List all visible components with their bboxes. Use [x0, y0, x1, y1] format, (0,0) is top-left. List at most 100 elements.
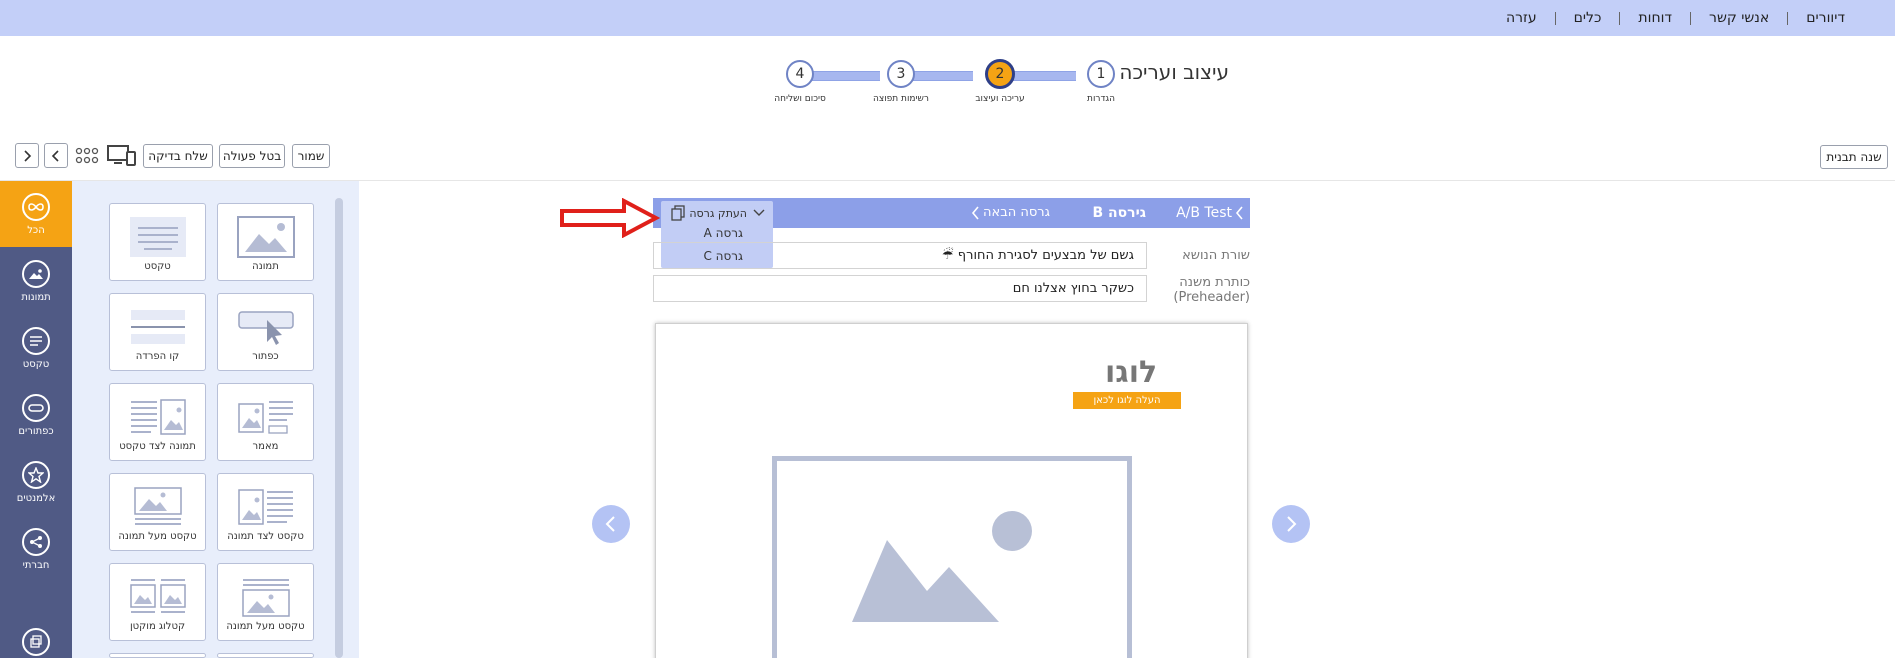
preview-next-button[interactable] [1272, 505, 1310, 543]
nav-separator [1619, 11, 1621, 25]
sidebar-item-all[interactable]: הכל [0, 181, 72, 247]
tile-text-above-image[interactable]: טקסט מעל תמונה [109, 473, 206, 551]
preview-prev-button[interactable] [592, 505, 630, 543]
sidebar: הכל תמונות טקסט כפתורים אלמנטים חברתי [0, 181, 72, 658]
image-placeholder[interactable] [772, 456, 1132, 658]
tile-mini-catalog[interactable]: קטלוג מוקטן [109, 563, 206, 641]
sidebar-item-label: הכל [27, 224, 45, 236]
undo-button[interactable]: בטל פעולה [219, 144, 285, 168]
text-icon [22, 326, 50, 355]
step-1[interactable]: 1 [1087, 60, 1115, 88]
change-template-button[interactable]: שנה תבנית [1820, 145, 1888, 169]
save-button[interactable]: שמור [292, 144, 330, 168]
nav-tools[interactable]: כלים [1574, 10, 1602, 26]
nav-help[interactable]: עזרה [1506, 10, 1537, 26]
chevron-right-icon [1287, 516, 1297, 532]
upload-logo-button[interactable]: העלה לוגו לכאן [1073, 392, 1181, 409]
tile-text[interactable]: טקסט [109, 203, 206, 281]
sidebar-item-label: תמונות [21, 291, 51, 303]
tile-label: טקסט [144, 261, 171, 272]
nav-contacts[interactable]: אנשי קשר [1709, 10, 1769, 26]
sidebar-item-social[interactable]: חברתי [0, 516, 72, 582]
infinity-icon [22, 192, 50, 221]
copy-icon [671, 205, 685, 221]
tile-label: מאמר [252, 441, 279, 452]
step-1-label: הגדרות [1087, 94, 1115, 104]
device-preview-icon[interactable] [107, 144, 137, 168]
tile-partial[interactable] [217, 653, 314, 658]
sidebar-item-label: אלמנטים [16, 492, 56, 504]
step-3[interactable]: 3 [887, 60, 915, 88]
sidebar-item-text[interactable]: טקסט [0, 315, 72, 381]
next-button[interactable] [44, 143, 68, 168]
tile-label: טקסט מעל תמונה [226, 621, 305, 632]
chevron-left-icon [605, 516, 615, 532]
step-2-label: עריכה ועיצוב [975, 94, 1025, 104]
tile-button[interactable]: כפתור [217, 293, 314, 371]
grid-view-icon[interactable] [75, 145, 99, 167]
current-version-label: גירסה B [1092, 205, 1147, 221]
subject-label: שורת הנושא [1182, 248, 1250, 263]
tile-label: טקסט לצד תמונה [227, 531, 304, 542]
copy-option-a[interactable]: גרסה A [704, 226, 743, 240]
tile-text-beside-image[interactable]: טקסט לצד תמונה [217, 473, 314, 551]
text-block-icon [129, 217, 186, 257]
tile-label: תמונה [252, 261, 279, 272]
text-above-image-icon [241, 579, 290, 617]
tile-label: תמונה לצד טקסט [119, 441, 196, 452]
share-icon [22, 527, 50, 556]
tile-label: טקסט מעל תמונה [118, 531, 197, 542]
chevron-left-icon[interactable] [1235, 206, 1244, 220]
stepper: 4 3 2 1 סיכום ושליחה רשימות תפוצה עריכה … [770, 59, 1115, 112]
red-arrow-annotation [560, 198, 660, 238]
nav-separator [1787, 11, 1789, 25]
stepper-line [1006, 71, 1076, 81]
copy-version-label: העתק גרסה [689, 206, 747, 220]
star-icon [22, 460, 50, 489]
logo-placeholder[interactable]: לוגו [1105, 355, 1157, 390]
nav-separator [1554, 11, 1556, 25]
chevron-down-icon [753, 209, 765, 216]
text-above-image-icon [133, 487, 182, 525]
ab-test-title: A/B Test [1176, 205, 1232, 221]
nav-reports[interactable]: דוחות [1638, 10, 1672, 26]
image-block-icon [236, 216, 295, 258]
image-placeholder-icon [852, 511, 1032, 622]
chevron-left-icon[interactable] [971, 206, 980, 220]
page-title: עיצוב ועריכה [1119, 60, 1229, 84]
button-icon [22, 393, 50, 422]
tile-image[interactable]: תמונה [217, 203, 314, 281]
tile-divider[interactable]: קו הפרדה [109, 293, 206, 371]
step-4-label: סיכום ושליחה [774, 94, 826, 104]
copy-version-header[interactable]: העתק גרסה [671, 205, 767, 221]
sidebar-item-label: כפתורים [18, 425, 54, 437]
preheader-input[interactable]: כשקר בחוץ אצלנו חם [653, 275, 1147, 302]
divider-block-icon [130, 310, 185, 344]
step-2[interactable]: 2 [985, 59, 1015, 89]
tile-text-above-image-2[interactable]: טקסט מעל תמונה [217, 563, 314, 641]
palette-scrollbar[interactable] [335, 198, 343, 658]
article-block-icon [237, 401, 293, 434]
preheader-label: כותרת משנה (Preheader) [1173, 275, 1250, 305]
step-4[interactable]: 4 [786, 60, 814, 88]
nav-separator [1690, 11, 1692, 25]
prev-button[interactable] [15, 143, 39, 168]
sidebar-item-label: חברתי [22, 559, 50, 571]
tile-image-beside-text[interactable]: תמונה לצד טקסט [109, 383, 206, 461]
chevron-left-icon [51, 149, 59, 162]
preheader-label-line2: (Preheader) [1173, 290, 1250, 305]
tile-article[interactable]: מאמר [217, 383, 314, 461]
nav-campaigns[interactable]: דיוורים [1806, 10, 1845, 26]
copy-icon [22, 628, 50, 656]
subject-input[interactable]: גשם של מבצעים לסגירת החורף ☔ [653, 242, 1147, 269]
sidebar-item-elements[interactable]: אלמנטים [0, 449, 72, 515]
send-test-button[interactable]: שלח בדיקה [143, 144, 213, 168]
next-version-link[interactable]: גרסה הבאה [983, 205, 1050, 220]
sidebar-item-more[interactable] [0, 628, 72, 658]
chevron-right-icon [24, 149, 32, 162]
tile-partial[interactable] [109, 653, 206, 658]
sidebar-item-buttons[interactable]: כפתורים [0, 382, 72, 448]
sidebar-item-images[interactable]: תמונות [0, 248, 72, 314]
preheader-label-line1: כותרת משנה [1179, 275, 1250, 290]
mini-catalog-icon [129, 579, 186, 613]
